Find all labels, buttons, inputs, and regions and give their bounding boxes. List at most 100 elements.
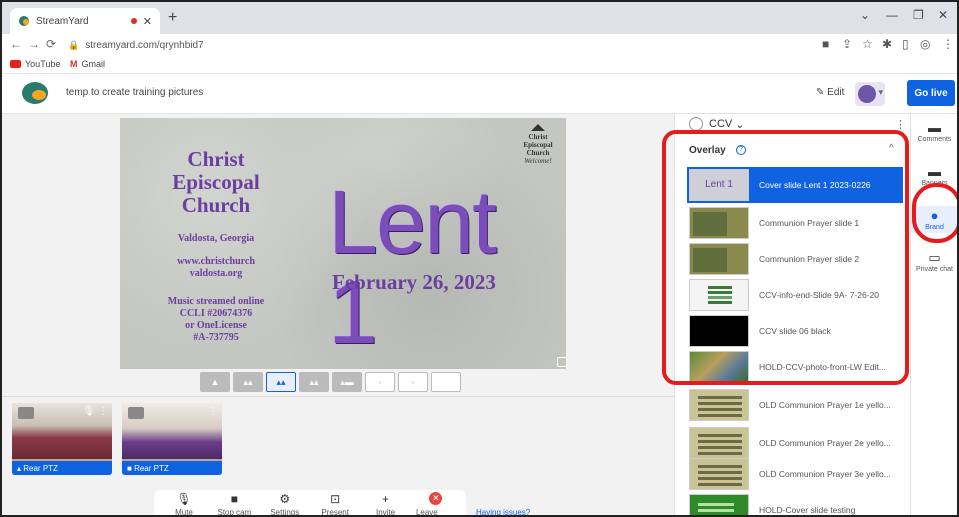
church-seal: Christ Episcopal Church Welcome! xyxy=(514,124,562,178)
profile-icon[interactable]: ◎ xyxy=(920,37,930,51)
url-text: streamyard.com/qrynhbid7 xyxy=(85,39,204,51)
account-menu-button[interactable] xyxy=(855,82,885,106)
bookmark-star-icon[interactable]: ☆ xyxy=(862,37,873,51)
back-arrow-icon[interactable]: ← xyxy=(10,37,22,51)
overlay-item[interactable]: CCV-info-end-Slide 9A- 7-26-20 xyxy=(687,277,903,313)
add-user-icon: + xyxy=(382,492,390,506)
slide-left-text: Christ Episcopal Church Valdosta, Georgi… xyxy=(138,148,294,344)
stage-canvas[interactable]: Christ Episcopal Church Valdosta, Georgi… xyxy=(120,118,566,369)
camera-options-icon[interactable]: 🎙 ⋮ xyxy=(83,406,108,417)
present-screen-icon: ⊡ xyxy=(330,492,341,506)
leave-icon: ✕ xyxy=(429,492,443,505)
gmail-icon: M xyxy=(70,59,78,69)
help-icon[interactable]: ? xyxy=(736,145,746,155)
pencil-icon: ✎ xyxy=(816,87,825,98)
overlay-item[interactable]: HOLD-CCV-photo-front-LW Edit... xyxy=(687,349,903,385)
camera-tile[interactable]: 🎙 ⋮ ▴ Rear PTZ xyxy=(12,403,112,475)
camera-options-icon[interactable]: ⋮ xyxy=(208,406,218,417)
layout-thin[interactable]: ▴▴ xyxy=(233,372,263,392)
rail-comments-button[interactable]: ▬ Comments xyxy=(911,120,957,143)
camera-icon: ■ xyxy=(230,492,239,506)
new-tab-button[interactable]: + xyxy=(168,9,177,27)
camera-permission-icon[interactable]: ■ xyxy=(822,37,829,51)
overlay-section-title: Overlay xyxy=(689,145,726,156)
share-icon[interactable]: ⇪ xyxy=(842,37,852,51)
overlay-thumbnail xyxy=(689,243,749,275)
layout-solo[interactable]: ▲ xyxy=(200,372,230,392)
mute-button[interactable]: 🎙 Mute xyxy=(164,492,204,515)
settings-button[interactable]: ⚙ Settings xyxy=(265,492,305,515)
stage-area: Christ Episcopal Church Valdosta, Georgi… xyxy=(2,114,674,515)
chevron-up-icon[interactable]: ^ xyxy=(889,143,894,154)
forward-arrow-icon[interactable]: → xyxy=(28,37,40,51)
fullscreen-icon[interactable] xyxy=(557,357,566,367)
leave-studio-button[interactable]: ✕ Leave studio xyxy=(416,492,456,515)
layout-cinema[interactable]: ▫ xyxy=(365,372,395,392)
overlay-item[interactable]: CCV slide 06 black xyxy=(687,313,903,349)
lock-icon: 🔒 xyxy=(68,39,80,50)
tab-title: StreamYard xyxy=(36,15,89,27)
church-roof-icon xyxy=(531,124,545,131)
overlay-thumbnail xyxy=(689,458,749,490)
reload-icon[interactable]: ⟳ xyxy=(46,37,56,51)
edit-button[interactable]: ✎ Edit xyxy=(816,87,844,98)
overlay-item[interactable]: Communion Prayer slide 1 xyxy=(687,205,903,241)
present-button[interactable]: ⊡ Present xyxy=(315,492,355,515)
camera-label: ■ Rear PTZ xyxy=(122,461,222,475)
extensions-icon[interactable]: ✱ xyxy=(882,37,892,51)
bookmark-gmail[interactable]: M Gmail xyxy=(70,59,105,69)
browser-tab[interactable]: StreamYard ✕ xyxy=(10,8,160,34)
rail-private-chat-button[interactable]: ▭ Private chat xyxy=(911,250,957,273)
maximize-button[interactable]: ❐ xyxy=(913,8,924,22)
bookmark-youtube[interactable]: YouTube xyxy=(10,59,60,69)
person-icon xyxy=(128,407,144,419)
close-tab-icon[interactable]: ✕ xyxy=(143,15,152,28)
studio-side-rail: ▬ Comments ▬ Banners ● Brand ▭ Private c… xyxy=(910,114,957,515)
sidebar-icon[interactable]: ▯ xyxy=(902,37,909,51)
rail-banners-button[interactable]: ▬ Banners xyxy=(911,164,957,187)
stop-cam-button[interactable]: ■ Stop cam xyxy=(214,492,254,515)
gear-icon: ⚙ xyxy=(279,492,291,506)
church-name: Christ Episcopal Church xyxy=(172,147,260,217)
rail-brand-button[interactable]: ● Brand xyxy=(911,206,957,233)
overlay-item[interactable]: OLD Communion Prayer 3e yello... xyxy=(687,456,903,492)
overlay-item[interactable]: OLD Communion Prayer 1e yello... xyxy=(687,387,903,423)
overlay-thumbnail xyxy=(689,207,749,239)
go-live-button[interactable]: Go live xyxy=(907,80,955,106)
camera-label: ▴ Rear PTZ xyxy=(12,461,112,475)
layout-background-only[interactable] xyxy=(431,372,461,392)
overlay-item[interactable]: HOLD-Cover slide testing xyxy=(687,492,903,515)
invite-button[interactable]: + Invite xyxy=(366,492,406,515)
streamyard-logo[interactable] xyxy=(22,82,48,104)
overlay-thumbnail xyxy=(689,494,749,515)
overlay-thumbnail xyxy=(689,427,749,459)
slide-date: February 26, 2023 xyxy=(332,270,496,294)
close-window-button[interactable]: ✕ xyxy=(938,8,948,22)
layout-picture-in-picture[interactable]: ▫ xyxy=(398,372,428,392)
broadcast-title: temp to create training pictures xyxy=(66,87,204,98)
layout-sidebar[interactable]: ▴▬ xyxy=(332,372,362,392)
slide-big-title: Lent 1 xyxy=(328,173,497,363)
overlay-section-header[interactable]: Overlay ? ^ xyxy=(675,140,911,160)
tab-search-icon[interactable]: ⌄ xyxy=(860,8,870,22)
minimize-button[interactable]: — xyxy=(886,8,898,22)
palette-icon: ● xyxy=(930,208,939,223)
layout-group[interactable]: ▴▴ xyxy=(266,372,296,392)
panel-more-icon[interactable]: ⋮ xyxy=(895,118,906,131)
overlay-item[interactable]: Lent 1 Cover slide Lent 1 2023-0226 xyxy=(687,167,903,203)
streamyard-favicon-icon xyxy=(18,15,30,27)
url-field[interactable]: 🔒 streamyard.com/qrynhbid7 xyxy=(68,36,798,54)
overlay-item[interactable]: Communion Prayer slide 2 xyxy=(687,241,903,277)
comments-icon: ▬ xyxy=(928,120,941,135)
church-city: Valdosta, Georgia xyxy=(177,233,255,244)
brand-selector[interactable]: CCV ⌄ xyxy=(689,117,745,131)
layout-leader[interactable]: ▴▴ xyxy=(299,372,329,392)
overlay-thumbnail xyxy=(689,389,749,421)
having-issues-link[interactable]: Having issues? xyxy=(476,508,530,515)
browser-window: StreamYard ✕ + ⌄ — ❐ ✕ ← → ⟳ 🔒 streamyar… xyxy=(0,0,959,517)
youtube-icon xyxy=(10,60,21,68)
menu-kebab-icon[interactable]: ⋮ xyxy=(942,37,954,51)
overlay-thumbnail xyxy=(689,279,749,311)
overlay-thumbnail xyxy=(689,351,749,383)
camera-tile[interactable]: ⋮ ■ Rear PTZ xyxy=(122,403,222,475)
